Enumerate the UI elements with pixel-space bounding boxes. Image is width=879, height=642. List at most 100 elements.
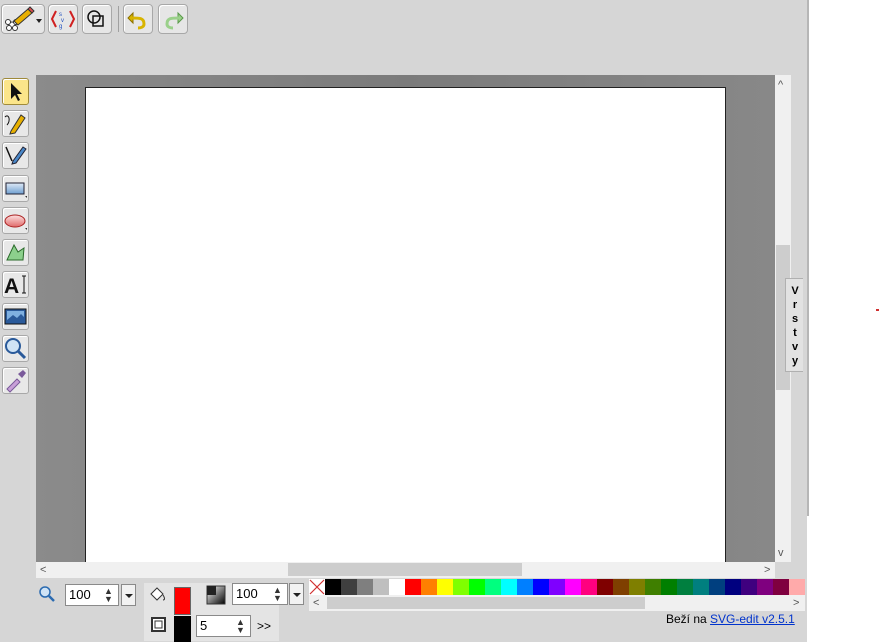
palette-scroll-right-icon[interactable]: > [793, 597, 799, 609]
layers-tab-letter: v [791, 341, 799, 353]
scroll-up-icon[interactable]: ^ [778, 79, 783, 91]
palette-scrollbar[interactable]: < > [309, 595, 805, 611]
palette-swatch[interactable] [405, 579, 421, 595]
redo-icon [165, 11, 184, 30]
palette-swatch[interactable] [501, 579, 517, 595]
palette-swatch[interactable] [485, 579, 501, 595]
svg-source-icon: s v g [50, 10, 76, 30]
scroll-left-icon[interactable]: < [40, 564, 46, 576]
palette-swatch[interactable] [709, 579, 725, 595]
workarea [36, 75, 775, 562]
layers-tab-letter: r [792, 299, 798, 311]
stroke-width-spinner-icon[interactable]: ▲ ▼ [236, 618, 245, 635]
rectangle-icon [5, 182, 27, 198]
color-palette[interactable] [325, 579, 805, 595]
main-menu-button[interactable] [1, 4, 45, 34]
stroke-color-swatch[interactable] [174, 616, 191, 642]
credit-text: Beží na SVG-edit v2.5.1 [666, 612, 795, 626]
eyedropper-tool[interactable] [2, 367, 29, 394]
palette-swatch[interactable] [325, 579, 341, 595]
image-tool[interactable] [2, 303, 29, 330]
stroke-icon [151, 617, 166, 632]
opacity-spinner-icon[interactable]: ▲ ▼ [273, 586, 282, 603]
palette-scroll-thumb[interactable] [327, 597, 645, 609]
palette-swatch[interactable] [677, 579, 693, 595]
palette-swatch[interactable] [629, 579, 645, 595]
palette-swatch[interactable] [341, 579, 357, 595]
svg-canvas[interactable] [85, 87, 726, 562]
polygon-icon [6, 243, 25, 261]
layers-tab-letter: t [793, 327, 797, 339]
text-icon: A [4, 275, 26, 298]
wireframe-icon [87, 10, 104, 27]
palette-swatch[interactable] [373, 579, 389, 595]
text-tool[interactable]: A [2, 271, 29, 298]
ellipse-icon [4, 214, 27, 230]
palette-swatch[interactable] [517, 579, 533, 595]
image-icon [4, 308, 27, 325]
palette-swatch[interactable] [565, 579, 581, 595]
redo-button[interactable] [158, 4, 188, 34]
zoom-spinner-icon[interactable]: ▲ ▼ [104, 587, 113, 604]
line-tool[interactable] [2, 142, 29, 169]
path-tool[interactable] [2, 239, 29, 266]
main-menu-icon [5, 6, 42, 31]
select-tool[interactable] [2, 78, 29, 105]
arrow-cursor-icon [11, 83, 22, 101]
palette-swatch[interactable] [437, 579, 453, 595]
layers-tab-letter: V [791, 285, 799, 297]
svg-edit-link[interactable]: SVG-edit v2.5.1 [710, 612, 795, 626]
pencil-tool[interactable] [2, 110, 29, 137]
palette-swatch[interactable] [597, 579, 613, 595]
layers-tab[interactable]: V r s t v y [785, 278, 803, 372]
palette-swatch[interactable] [613, 579, 629, 595]
scroll-down-icon[interactable]: v [778, 547, 784, 559]
scroll-right-icon[interactable]: > [764, 564, 770, 576]
palette-swatch[interactable] [357, 579, 373, 595]
palette-swatch[interactable] [581, 579, 597, 595]
horizontal-scroll-thumb[interactable] [288, 563, 522, 576]
zoom-level-icon [39, 586, 55, 602]
magnifier-icon [5, 338, 27, 360]
palette-swatch[interactable] [421, 579, 437, 595]
palette-swatch[interactable] [661, 579, 677, 595]
palette-swatch[interactable] [453, 579, 469, 595]
palette-swatch[interactable] [773, 579, 789, 595]
palette-scroll-left-icon[interactable]: < [313, 597, 319, 609]
palette-swatch[interactable] [389, 579, 405, 595]
palette-swatch[interactable] [549, 579, 565, 595]
undo-icon [127, 11, 146, 30]
layers-tab-letter: y [791, 355, 799, 367]
eyedropper-icon [6, 370, 26, 393]
wireframe-button[interactable] [82, 4, 112, 34]
pencil-icon [4, 114, 26, 135]
opacity-icon [206, 585, 226, 605]
layers-tab-letter: s [791, 313, 799, 325]
palette-swatch[interactable] [469, 579, 485, 595]
horizontal-scrollbar[interactable]: < > [36, 562, 775, 578]
fill-bucket-icon [150, 587, 165, 601]
window-edge [807, 0, 809, 516]
palette-swatch[interactable] [533, 579, 549, 595]
undo-button[interactable] [123, 4, 153, 34]
more-stroke-options-button[interactable]: >> [257, 619, 271, 633]
palette-swatch[interactable] [645, 579, 661, 595]
credit-prefix: Beží na [666, 612, 707, 626]
svg-text:A: A [4, 275, 19, 297]
ellipse-tool[interactable] [2, 207, 29, 234]
palette-swatch[interactable] [725, 579, 741, 595]
pen-line-icon [5, 146, 27, 165]
palette-swatch[interactable] [757, 579, 773, 595]
zoom-dropdown-button[interactable] [121, 584, 136, 606]
fill-color-swatch[interactable] [174, 587, 191, 615]
opacity-dropdown-button[interactable] [289, 583, 304, 605]
palette-swatch[interactable] [741, 579, 757, 595]
source-editor-button[interactable]: s v g [48, 4, 78, 34]
svg-edit-app: s v g A ^ v < > V r s t v y 100 ▲ ▼ 100 … [0, 0, 807, 642]
palette-swatch[interactable] [693, 579, 709, 595]
palette-swatch[interactable] [789, 579, 805, 595]
svg-text:g: g [59, 24, 62, 30]
zoom-tool[interactable] [2, 335, 29, 362]
no-color-icon[interactable] [309, 579, 325, 595]
rectangle-tool[interactable] [2, 175, 29, 202]
